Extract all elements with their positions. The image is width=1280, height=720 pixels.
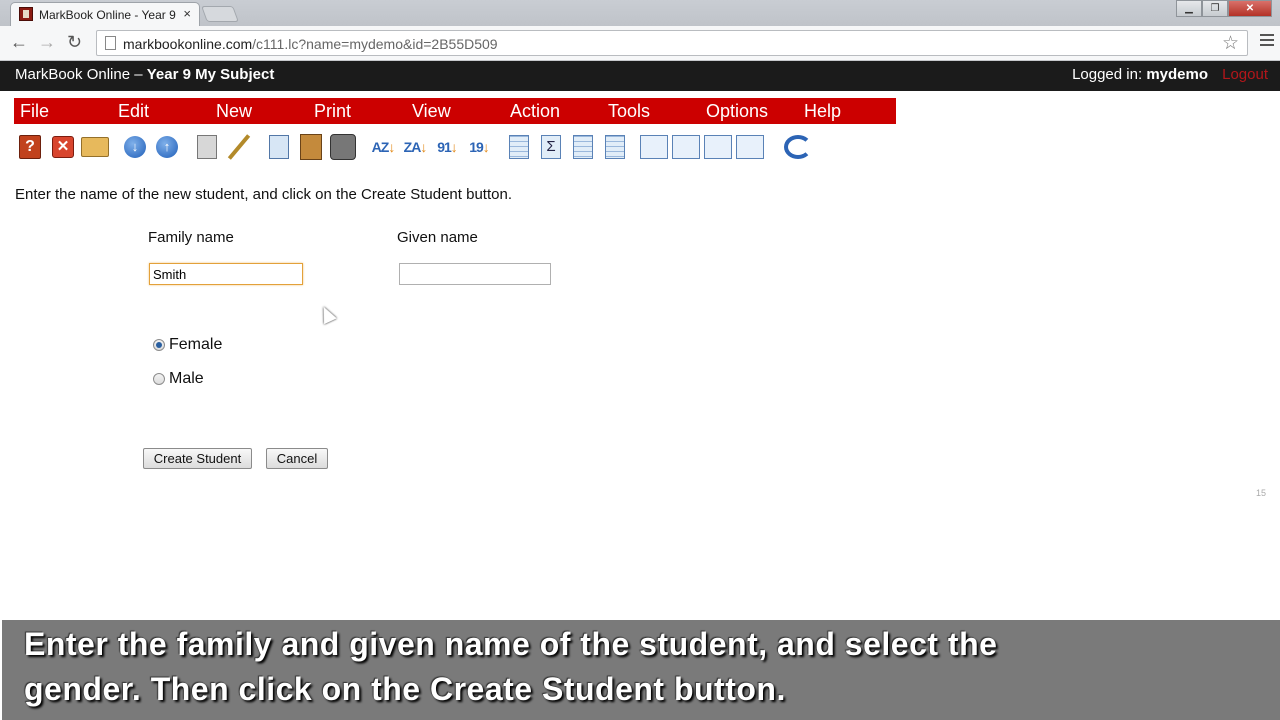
chrome-menu-icon[interactable]: [1260, 34, 1274, 48]
copy-icon[interactable]: [265, 132, 293, 162]
app-title: MarkBook Online – Year 9 My Subject: [15, 66, 274, 83]
find-icon[interactable]: [329, 132, 357, 162]
screen: MarkBook Online - Year 9 × ▁ ❐ ✕ ← → ↻ m…: [0, 0, 1280, 720]
help-icon[interactable]: ?: [16, 132, 44, 162]
menu-edit[interactable]: Edit: [118, 101, 149, 122]
mouse-cursor-icon: [317, 303, 337, 325]
app-header: MarkBook Online – Year 9 My Subject Logg…: [0, 61, 1280, 91]
instruction-text: Enter the name of the new student, and c…: [15, 186, 512, 203]
login-status: Logged in: mydemo: [1072, 66, 1208, 83]
tab-title: MarkBook Online - Year 9: [39, 8, 176, 22]
family-name-label: Family name: [148, 229, 234, 246]
tab-close-icon[interactable]: ×: [183, 6, 191, 21]
sort-za-icon[interactable]: ZA↓: [401, 132, 429, 162]
app-name: MarkBook Online: [15, 66, 131, 83]
horizontal-bar-icon[interactable]: [736, 132, 764, 162]
logout-link[interactable]: Logout: [1222, 66, 1268, 83]
url-path: /c111.lc?name=mydemo&id=2B55D509: [252, 36, 498, 52]
table-icon[interactable]: [601, 132, 629, 162]
given-name-input[interactable]: [399, 263, 551, 285]
forward-icon[interactable]: →: [38, 32, 56, 53]
sort-19-icon[interactable]: 19↓: [465, 132, 493, 162]
bookmark-star-icon[interactable]: ☆: [1222, 32, 1239, 55]
url-host: markbookonline.com: [123, 36, 253, 52]
gender-option-male[interactable]: Male: [153, 370, 204, 388]
reload-icon[interactable]: ↻: [67, 32, 82, 53]
refresh-icon[interactable]: [784, 132, 812, 162]
title-separator: –: [130, 66, 147, 83]
cancel-button[interactable]: Cancel: [266, 448, 328, 469]
new-tab-button[interactable]: [201, 6, 239, 22]
maximize-icon[interactable]: ❐: [1202, 0, 1228, 17]
sort-91-icon[interactable]: 91↓: [433, 132, 461, 162]
open-folder-icon[interactable]: [81, 132, 109, 162]
menu-tools[interactable]: Tools: [608, 101, 650, 122]
paste-icon[interactable]: [297, 132, 325, 162]
download-icon[interactable]: ↓: [121, 132, 149, 162]
menu-view[interactable]: View: [412, 101, 451, 122]
upload-icon[interactable]: ↑: [153, 132, 181, 162]
menu-help[interactable]: Help: [804, 101, 841, 122]
menu-options[interactable]: Options: [706, 101, 768, 122]
area-chart-icon[interactable]: [672, 132, 700, 162]
scatter-chart-icon[interactable]: [704, 132, 732, 162]
calculator-icon[interactable]: [193, 132, 221, 162]
female-label: Female: [169, 336, 223, 353]
female-radio[interactable]: [153, 339, 165, 351]
url-text: markbookonline.com/c111.lc?name=mydemo&i…: [123, 36, 498, 52]
create-student-button[interactable]: Create Student: [143, 448, 252, 469]
subject-name: Year 9 My Subject: [146, 66, 275, 83]
page-number: 15: [1256, 488, 1267, 498]
caption-line-1: Enter the family and given name of the s…: [24, 626, 998, 662]
sort-az-icon[interactable]: AZ↓: [369, 132, 397, 162]
menu-action[interactable]: Action: [510, 101, 560, 122]
caption-overlay: Enter the family and given name of the s…: [2, 620, 1280, 720]
browser-tab[interactable]: MarkBook Online - Year 9 ×: [10, 2, 200, 26]
magic-wand-icon[interactable]: [225, 132, 253, 162]
close-window-icon[interactable]: ✕: [1228, 0, 1272, 17]
given-name-label: Given name: [397, 229, 478, 246]
menubar: File Edit New Print View Action Tools Op…: [14, 98, 896, 124]
male-radio[interactable]: [153, 373, 165, 385]
username: mydemo: [1146, 66, 1208, 83]
back-icon[interactable]: ←: [10, 32, 28, 53]
bar-chart-icon[interactable]: [640, 132, 668, 162]
page-icon: [105, 36, 116, 50]
grid-icon[interactable]: [505, 132, 533, 162]
caption-line-2: gender. Then click on the Create Student…: [24, 671, 786, 707]
address-bar[interactable]: markbookonline.com/c111.lc?name=mydemo&i…: [96, 30, 1248, 56]
menu-file[interactable]: File: [20, 101, 49, 122]
menu-print[interactable]: Print: [314, 101, 351, 122]
gender-option-female[interactable]: Female: [153, 336, 222, 354]
delete-icon[interactable]: ✕: [49, 132, 77, 162]
rows-icon[interactable]: [569, 132, 597, 162]
browser-tab-strip: MarkBook Online - Year 9 × ▁ ❐ ✕: [0, 0, 1280, 26]
markbook-favicon-icon: [19, 7, 33, 21]
login-label: Logged in:: [1072, 66, 1143, 83]
sum-icon[interactable]: Σ: [537, 132, 565, 162]
family-name-input[interactable]: [149, 263, 303, 285]
male-label: Male: [169, 370, 204, 387]
window-controls: ▁ ❐ ✕: [1176, 0, 1272, 18]
minimize-icon[interactable]: ▁: [1176, 0, 1202, 17]
browser-toolbar: ← → ↻ markbookonline.com/c111.lc?name=my…: [0, 26, 1280, 61]
menu-new[interactable]: New: [216, 101, 252, 122]
